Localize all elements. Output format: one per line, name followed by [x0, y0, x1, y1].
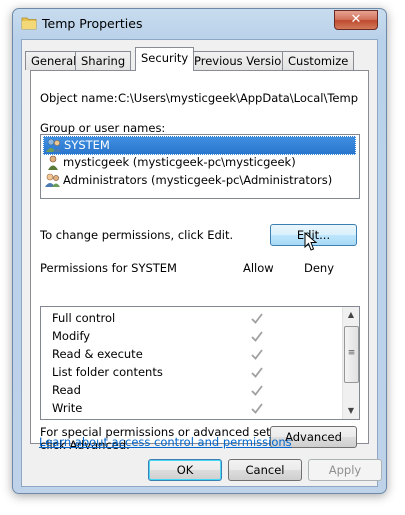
- folder-icon: [21, 17, 37, 30]
- security-tab-page: Object name: C:\Users\mysticgeek\AppData…: [30, 70, 369, 452]
- tab-security[interactable]: Security: [135, 47, 195, 71]
- deny-column-header: Deny: [304, 261, 335, 275]
- allow-check-icon: [251, 331, 263, 342]
- permissions-for-label: Permissions for SYSTEM: [40, 261, 177, 275]
- allow-check-icon: [251, 385, 263, 396]
- tab-customize[interactable]: Customize: [282, 51, 355, 70]
- cancel-button[interactable]: Cancel: [228, 459, 302, 481]
- permission-row: Modify: [41, 327, 341, 345]
- permission-row: Read: [41, 381, 341, 399]
- allow-check-icon: [251, 313, 263, 324]
- user-item-system[interactable]: SYSTEM: [43, 136, 356, 155]
- permission-name: Read: [52, 383, 81, 397]
- scroll-down-arrow-icon[interactable]: ▼: [343, 403, 359, 419]
- group-names-label: Group or user names:: [40, 121, 166, 135]
- permission-row: List folder contents: [41, 363, 341, 381]
- permission-row: Write: [41, 399, 341, 417]
- allow-column-header: Allow: [243, 261, 274, 275]
- title-bar[interactable]: Temp Properties ✕: [13, 9, 386, 39]
- permission-row: Full control: [41, 309, 341, 327]
- permission-name: List folder contents: [52, 365, 163, 379]
- user-item-label: mysticgeek (mysticgeek-pc\mysticgeek): [63, 155, 296, 169]
- allow-check-icon: [251, 367, 263, 378]
- close-icon: ✕: [350, 12, 362, 27]
- users-group-icon: [46, 138, 61, 152]
- ok-button[interactable]: OK: [148, 459, 222, 481]
- permission-name: Read & execute: [52, 347, 143, 361]
- permission-name: Write: [52, 401, 83, 415]
- object-name-value: C:\Users\mysticgeek\AppData\Local\Temp: [118, 91, 358, 105]
- dialog-client: General Sharing Security Previous Versio…: [21, 39, 382, 487]
- permissions-list: Full control Modify Read & execute List …: [40, 306, 360, 420]
- tab-general[interactable]: General: [25, 51, 83, 70]
- scroll-thumb[interactable]: ≡: [344, 326, 359, 383]
- properties-dialog: Temp Properties ✕ General Sharing Securi…: [12, 8, 387, 494]
- user-item-label: Administrators (mysticgeek-pc\Administra…: [63, 173, 333, 187]
- apply-button[interactable]: Apply: [308, 459, 382, 481]
- allow-check-icon: [251, 349, 263, 360]
- allow-check-icon: [251, 403, 263, 414]
- permission-name: Modify: [52, 329, 91, 343]
- object-name-label: Object name:: [40, 91, 118, 105]
- user-item-label: SYSTEM: [64, 138, 110, 152]
- change-permissions-text: To change permissions, click Edit.: [40, 228, 234, 242]
- scroll-up-arrow-icon[interactable]: ▲: [343, 307, 359, 323]
- mouse-cursor-icon: [304, 232, 318, 251]
- window-title: Temp Properties: [42, 16, 143, 31]
- user-icon: [48, 155, 58, 170]
- users-group-icon: [45, 173, 60, 187]
- permission-name: Full control: [52, 311, 116, 325]
- user-item-mysticgeek[interactable]: mysticgeek (mysticgeek-pc\mysticgeek): [43, 154, 296, 171]
- tab-sharing[interactable]: Sharing: [75, 51, 132, 70]
- tab-strip: General Sharing Security Previous Versio…: [25, 47, 365, 71]
- learn-permissions-link[interactable]: Learn about access control and permissio…: [39, 435, 292, 449]
- user-item-administrators[interactable]: Administrators (mysticgeek-pc\Administra…: [43, 172, 332, 189]
- permissions-scrollbar[interactable]: ▲ ≡ ▼: [342, 307, 359, 419]
- close-button[interactable]: ✕: [334, 10, 378, 30]
- user-list[interactable]: SYSTEM mysticgeek (mysticgeek-pc\mysticg…: [40, 134, 360, 199]
- permission-row: Read & execute: [41, 345, 341, 363]
